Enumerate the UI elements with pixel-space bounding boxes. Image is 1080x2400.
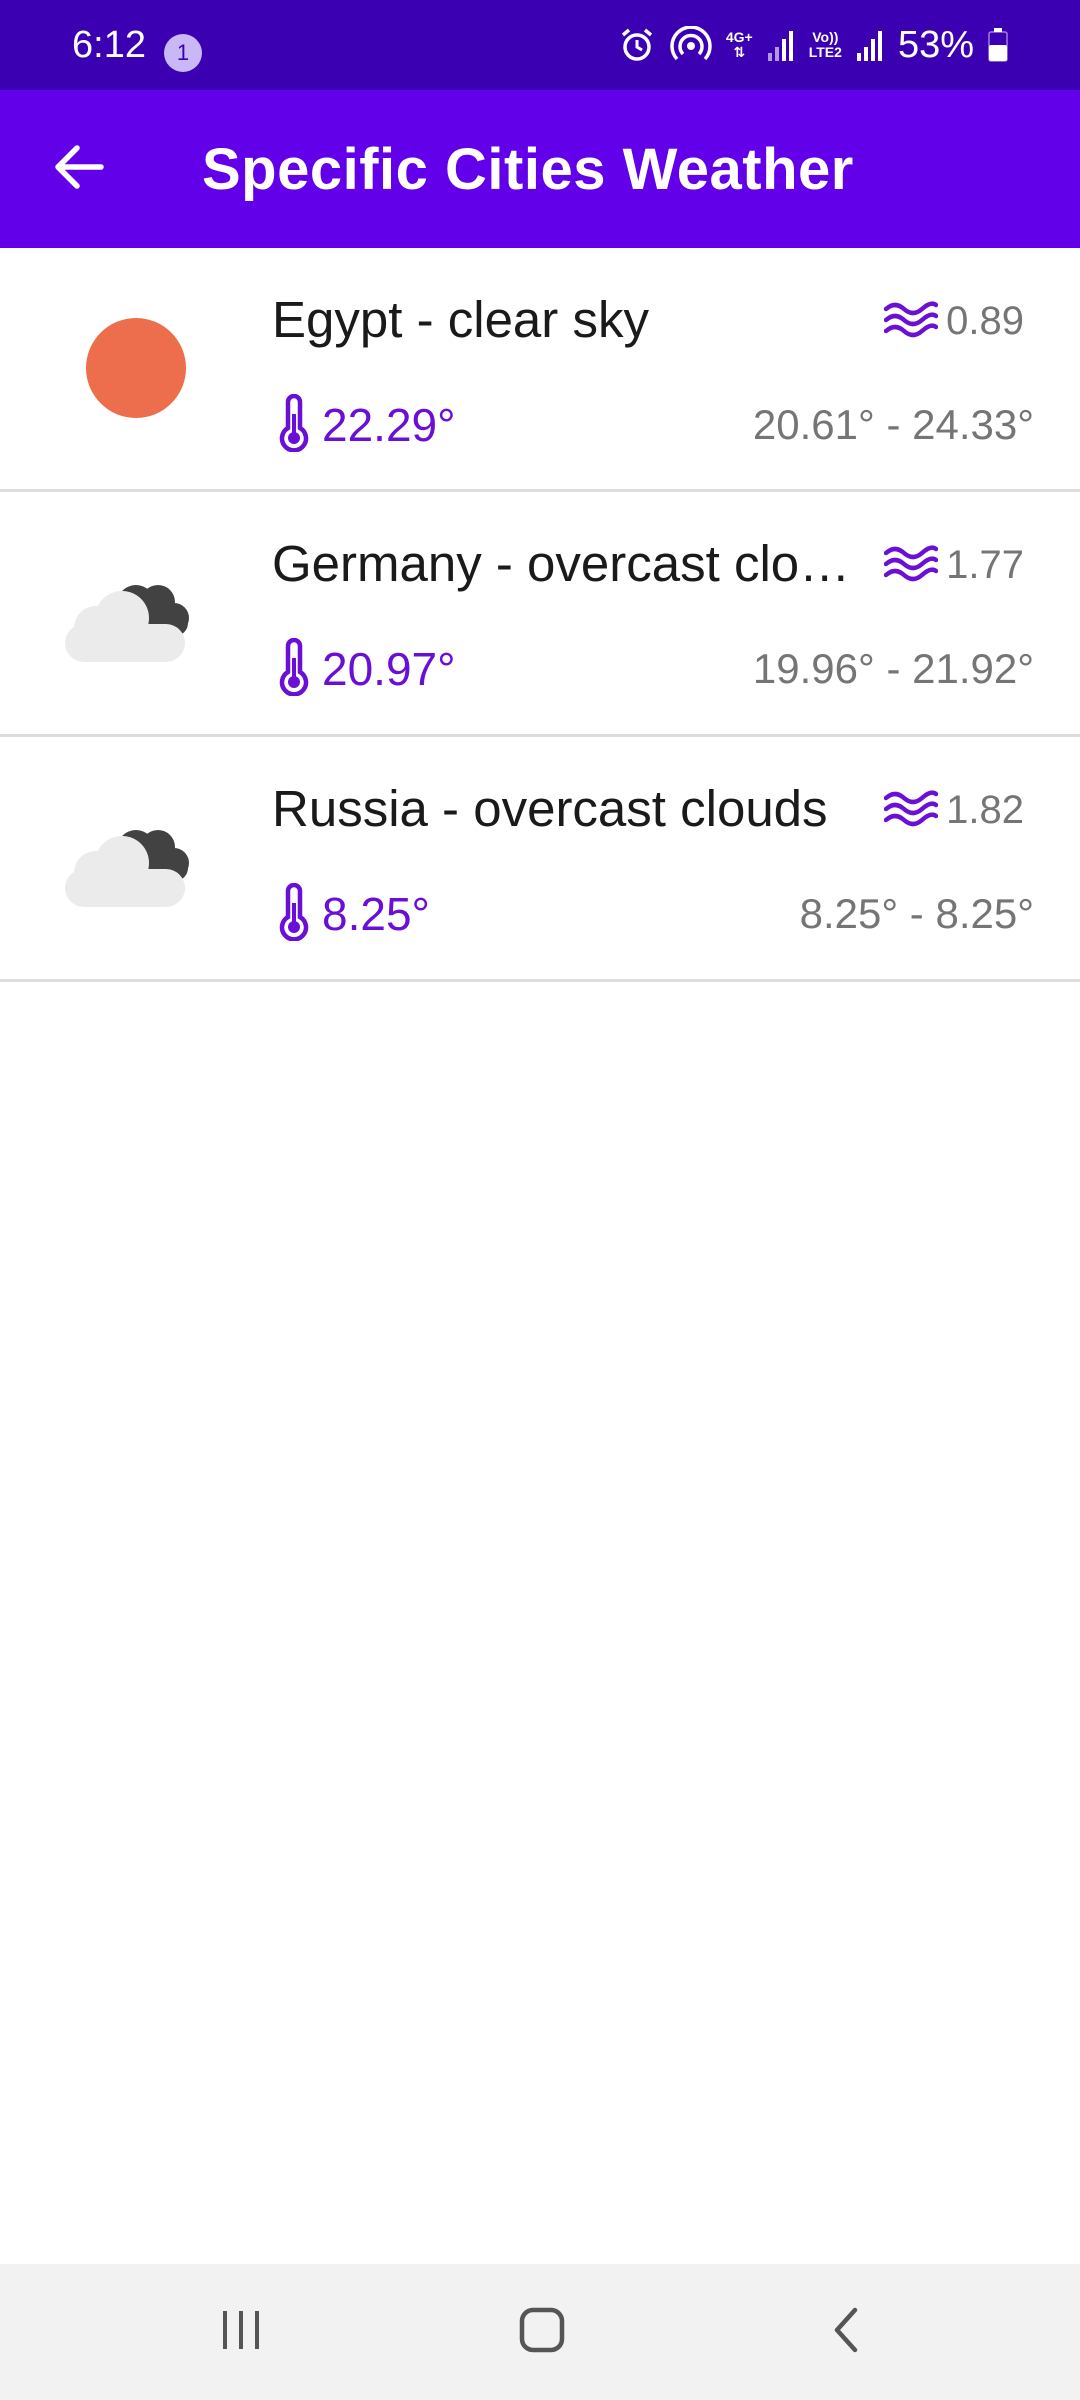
battery-percent: 53% xyxy=(897,24,974,66)
overcast-cloud-icon xyxy=(60,807,210,917)
volte-text: Vo)) xyxy=(812,29,839,45)
temperature-range: 19.96° - 21.92° xyxy=(752,645,1034,692)
list-item-russia[interactable]: Russia - overcast clouds 1.82 8.25° 8.25… xyxy=(0,737,1080,982)
temperature-group: 20.97° xyxy=(272,637,456,701)
thermometer-icon xyxy=(272,882,316,946)
hotspot-icon xyxy=(670,26,712,64)
recent-apps-button[interactable] xyxy=(201,2302,281,2362)
recent-apps-icon xyxy=(219,2309,263,2356)
volte-label: Vo)) LTE2 xyxy=(809,30,842,60)
back-icon xyxy=(831,2306,861,2359)
city-weather-list: Egypt - clear sky 0.89 22.29° 20.61° - 2… xyxy=(0,248,1080,982)
page-title: Specific Cities Weather xyxy=(202,137,854,202)
data-arrows-icon: 4G+ ⇅ xyxy=(725,29,753,60)
arrow-left-icon xyxy=(53,144,105,195)
temperature-range: 20.61° - 24.33° xyxy=(752,401,1034,448)
temperature-group: 8.25° xyxy=(272,882,430,946)
list-item-germany[interactable]: Germany - overcast clouds 1.77 20.97° 19… xyxy=(0,492,1080,737)
wind-icon xyxy=(883,788,939,833)
wind-group: 1.82 xyxy=(883,781,1024,839)
system-nav-bar xyxy=(0,2264,1080,2400)
thermometer-icon xyxy=(272,637,316,701)
city-condition-label: Egypt - clear sky xyxy=(272,291,649,348)
wind-value: 1.82 xyxy=(946,788,1024,832)
alarm-icon xyxy=(618,26,656,64)
app-bar: Specific Cities Weather xyxy=(0,90,1080,248)
battery-icon xyxy=(988,28,1008,62)
temperature-value: 22.29° xyxy=(322,399,456,451)
network-type-label: 4G+ xyxy=(725,29,753,45)
overcast-cloud-icon xyxy=(60,562,210,672)
wind-value: 0.89 xyxy=(946,299,1024,343)
notification-badge: 1 xyxy=(164,34,202,72)
list-item-egypt[interactable]: Egypt - clear sky 0.89 22.29° 20.61° - 2… xyxy=(0,248,1080,492)
wind-group: 1.77 xyxy=(883,536,1024,594)
thermometer-icon xyxy=(272,393,316,457)
temperature-value: 8.25° xyxy=(322,888,430,940)
temperature-range: 8.25° - 8.25° xyxy=(799,890,1034,937)
home-icon xyxy=(518,2306,566,2359)
wind-icon xyxy=(883,299,939,344)
wind-icon xyxy=(883,543,939,588)
sun-icon xyxy=(60,318,210,428)
status-bar: 6:12 1 4G+ ⇅ Vo)) LTE2 53% xyxy=(0,0,1080,90)
status-time: 6:12 xyxy=(72,24,146,66)
system-back-button[interactable] xyxy=(806,2302,886,2362)
signal-icon xyxy=(856,29,884,61)
wind-value: 1.77 xyxy=(946,543,1024,587)
temperature-value: 20.97° xyxy=(322,643,456,695)
temperature-group: 22.29° xyxy=(272,393,456,457)
wind-group: 0.89 xyxy=(883,292,1024,350)
status-icons: 4G+ ⇅ Vo)) LTE2 53% xyxy=(618,22,1008,68)
city-condition-label: Germany - overcast clouds xyxy=(272,535,877,592)
city-condition-label: Russia - overcast clouds xyxy=(272,780,828,837)
signal-icon xyxy=(767,29,795,61)
back-button[interactable] xyxy=(40,130,118,208)
lte-text: LTE2 xyxy=(808,44,842,60)
home-button[interactable] xyxy=(502,2302,582,2362)
